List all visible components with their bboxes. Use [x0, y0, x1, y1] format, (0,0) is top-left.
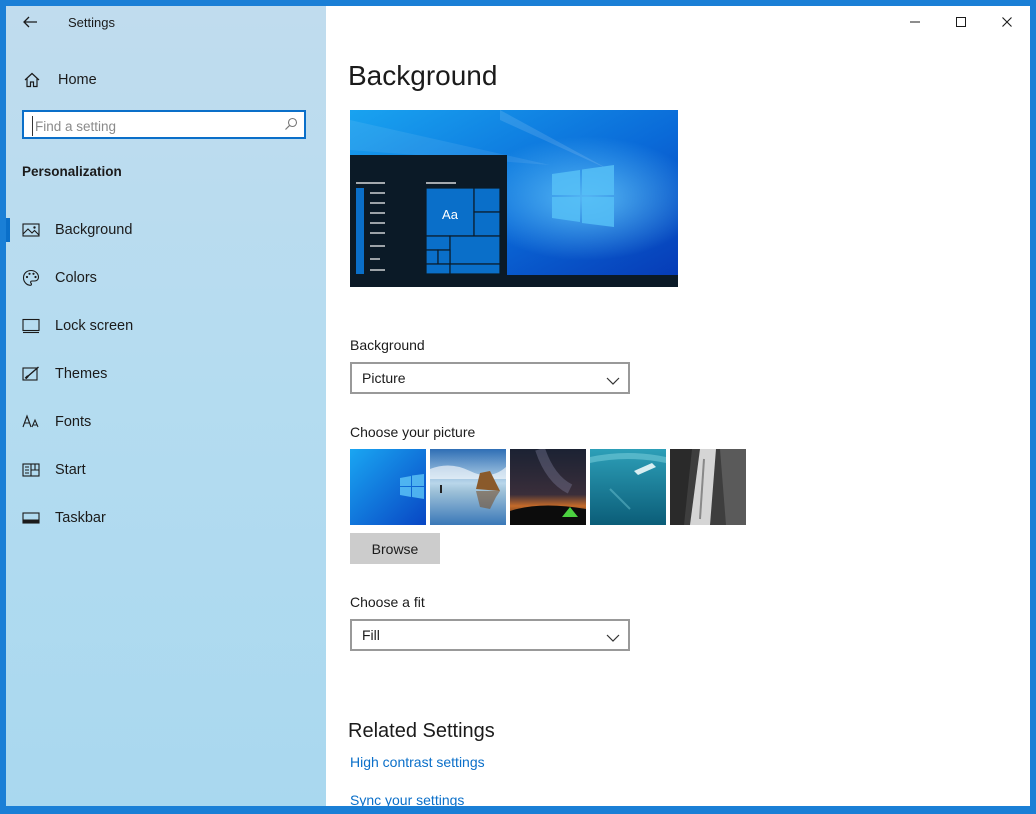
- nav-item-background[interactable]: Background: [6, 206, 326, 254]
- content-pane: Background Aa Background Picture Choose …: [326, 6, 1030, 806]
- search-box: [22, 110, 306, 139]
- nav-item-label: Themes: [55, 366, 108, 382]
- nav-item-label: Fonts: [55, 414, 92, 430]
- maximize-icon[interactable]: [938, 6, 984, 38]
- picture-thumbnails: [350, 449, 750, 525]
- search-icon[interactable]: [284, 117, 298, 131]
- close-icon[interactable]: [984, 6, 1030, 38]
- brush-icon: [22, 365, 40, 383]
- nav-item-label: Taskbar: [55, 510, 106, 526]
- font-icon: [22, 413, 40, 431]
- preview-tile-label: Aa: [442, 207, 459, 222]
- nav-item-taskbar[interactable]: Taskbar: [6, 494, 326, 542]
- settings-window: Settings Home Personalization Background: [6, 6, 1030, 806]
- section-heading: Personalization: [22, 164, 122, 179]
- background-dropdown[interactable]: Picture: [350, 362, 630, 394]
- home-label: Home: [58, 72, 97, 88]
- chevron-down-icon: [606, 373, 620, 385]
- thumbnail-windows-blue[interactable]: [350, 449, 426, 525]
- picture-icon: [22, 221, 40, 239]
- nav-list: Background Colors Lock screen Themes Fon…: [6, 206, 326, 542]
- start-icon: [22, 461, 40, 479]
- chevron-down-icon: [606, 630, 620, 642]
- taskbar-icon: [22, 509, 40, 527]
- lock-screen-icon: [22, 317, 40, 335]
- fit-dropdown[interactable]: Fill: [350, 619, 630, 651]
- background-label: Background: [350, 337, 425, 353]
- fit-dropdown-value: Fill: [362, 627, 380, 643]
- thumbnail-milky-way-tent[interactable]: [510, 449, 586, 525]
- palette-icon: [22, 269, 40, 287]
- choose-picture-label: Choose your picture: [350, 424, 476, 440]
- nav-item-fonts[interactable]: Fonts: [6, 398, 326, 446]
- nav-item-lock-screen[interactable]: Lock screen: [6, 302, 326, 350]
- desktop-preview: Aa: [350, 110, 678, 287]
- thumbnail-underwater-swimmer[interactable]: [590, 449, 666, 525]
- browse-button[interactable]: Browse: [350, 533, 440, 564]
- window-title: Settings: [68, 15, 115, 30]
- high-contrast-link[interactable]: High contrast settings: [350, 754, 485, 770]
- background-dropdown-value: Picture: [362, 370, 406, 386]
- thumbnail-rock-cliff[interactable]: [670, 449, 746, 525]
- nav-item-themes[interactable]: Themes: [6, 350, 326, 398]
- nav-item-label: Colors: [55, 270, 97, 286]
- nav-item-start[interactable]: Start: [6, 446, 326, 494]
- sync-settings-link[interactable]: Sync your settings: [350, 792, 464, 806]
- page-title: Background: [348, 60, 498, 91]
- thumbnail-beach-rocks[interactable]: [430, 449, 506, 525]
- back-arrow-icon[interactable]: [20, 12, 40, 32]
- nav-item-colors[interactable]: Colors: [6, 254, 326, 302]
- fit-label: Choose a fit: [350, 594, 425, 610]
- caption-buttons: [892, 6, 1030, 38]
- home-nav-item[interactable]: Home: [22, 68, 322, 92]
- nav-item-label: Background: [55, 222, 133, 238]
- navigation-pane: Settings Home Personalization Background: [6, 6, 326, 806]
- search-input[interactable]: [32, 116, 277, 136]
- related-settings-heading: Related Settings: [348, 720, 495, 742]
- nav-item-label: Start: [55, 462, 86, 478]
- home-icon: [22, 70, 42, 90]
- minimize-icon[interactable]: [892, 6, 938, 38]
- nav-item-label: Lock screen: [55, 318, 134, 334]
